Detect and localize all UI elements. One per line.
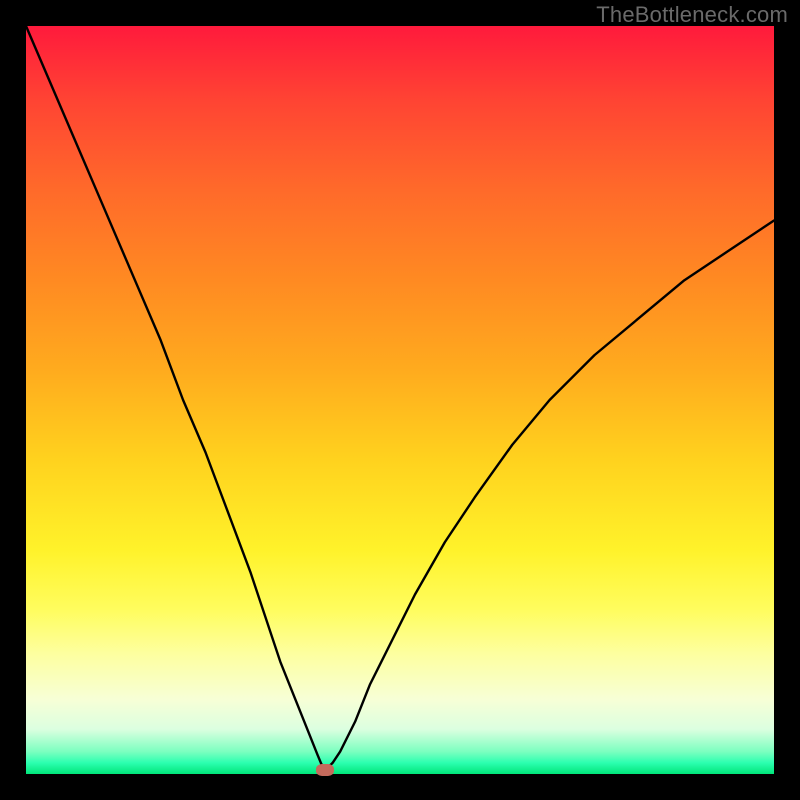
optimal-point-marker [316, 764, 334, 776]
chart-container: TheBottleneck.com [0, 0, 800, 800]
bottleneck-curve-path [26, 26, 774, 768]
bottleneck-curve-svg [26, 26, 774, 774]
watermark-text: TheBottleneck.com [596, 2, 788, 28]
